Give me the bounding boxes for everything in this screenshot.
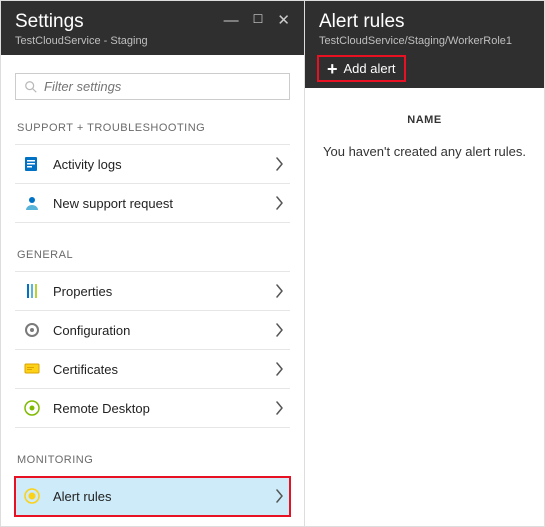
empty-state-message: You haven't created any alert rules.	[323, 144, 526, 159]
search-icon	[24, 80, 38, 94]
alert-rules-body: NAME You haven't created any alert rules…	[305, 88, 544, 185]
remote-icon	[23, 399, 41, 417]
menu-section: Activity logs New support request	[15, 144, 290, 223]
alert-rules-header: Alert rules TestCloudService/Staging/Wor…	[305, 1, 544, 88]
menu-item-label: Alert rules	[53, 489, 276, 504]
settings-title: Settings	[15, 11, 224, 33]
alert-rules-panel: Alert rules TestCloudService/Staging/Wor…	[305, 1, 544, 526]
menu-item-label: Properties	[53, 284, 276, 299]
cert-icon	[23, 360, 41, 378]
config-icon	[23, 321, 41, 339]
menu-item-label: Remote Desktop	[53, 401, 276, 416]
menu-item-label: Certificates	[53, 362, 276, 377]
settings-subtitle: TestCloudService - Staging	[15, 35, 224, 47]
menu-item-label: Activity logs	[53, 157, 276, 172]
window-controls: — ☐ ✕	[224, 11, 290, 28]
properties-icon	[23, 282, 41, 300]
chevron-right-icon	[276, 196, 284, 210]
log-icon	[23, 155, 41, 173]
menu-item-configuration[interactable]: Configuration	[15, 311, 290, 350]
filter-settings-input[interactable]	[44, 79, 281, 94]
menu-item-activity-logs[interactable]: Activity logs	[15, 145, 290, 184]
chevron-right-icon	[276, 284, 284, 298]
menu-item-remote-desktop[interactable]: Remote Desktop	[15, 389, 290, 428]
plus-icon: +	[327, 62, 338, 76]
alert-icon	[23, 487, 41, 505]
chevron-right-icon	[276, 157, 284, 171]
filter-settings-search[interactable]	[15, 73, 290, 100]
column-header-name: NAME	[323, 114, 526, 126]
alert-rules-subtitle: TestCloudService/Staging/WorkerRole1	[319, 35, 530, 47]
section-label: GENERAL	[17, 249, 290, 261]
close-icon[interactable]: ✕	[277, 13, 290, 28]
add-alert-label: Add alert	[344, 61, 396, 76]
menu-section: Alert rules	[15, 476, 290, 516]
chevron-right-icon	[276, 323, 284, 337]
minimize-icon[interactable]: —	[224, 13, 239, 28]
add-alert-button[interactable]: + Add alert	[317, 55, 406, 82]
menu-item-label: Configuration	[53, 323, 276, 338]
settings-panel: Settings TestCloudService - Staging — ☐ …	[1, 1, 305, 526]
support-icon	[23, 194, 41, 212]
chevron-right-icon	[276, 489, 284, 503]
settings-body: SUPPORT + TROUBLESHOOTING Activity logs Ne…	[1, 55, 304, 526]
maximize-icon[interactable]: ☐	[253, 13, 264, 28]
menu-section: Properties Configuration Certificates Remot…	[15, 271, 290, 428]
menu-item-properties[interactable]: Properties	[15, 272, 290, 311]
settings-header: Settings TestCloudService - Staging — ☐ …	[1, 1, 304, 55]
section-label: SUPPORT + TROUBLESHOOTING	[17, 122, 290, 134]
chevron-right-icon	[276, 362, 284, 376]
menu-item-label: New support request	[53, 196, 276, 211]
menu-item-alert-rules[interactable]: Alert rules	[15, 477, 290, 516]
menu-item-certificates[interactable]: Certificates	[15, 350, 290, 389]
chevron-right-icon	[276, 401, 284, 415]
menu-item-new-support-request[interactable]: New support request	[15, 184, 290, 223]
alert-rules-title: Alert rules	[319, 11, 530, 33]
section-label: MONITORING	[17, 454, 290, 466]
